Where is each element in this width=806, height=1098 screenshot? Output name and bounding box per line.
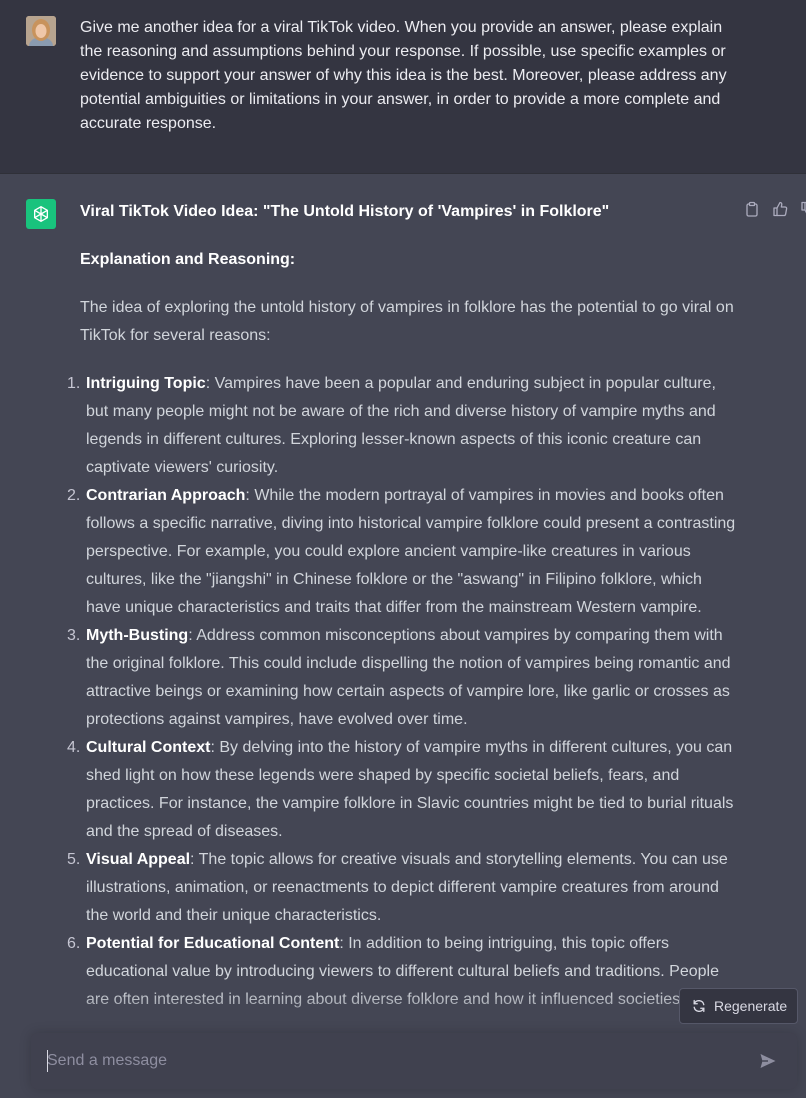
list-item: 4. Cultural Context: By delving into the … (67, 734, 736, 846)
list-item: 5. Visual Appeal: The topic allows for cr… (67, 846, 736, 930)
reasons-list: 1. Intriguing Topic: Vampires have been a… (67, 370, 736, 1014)
list-item-heading: Intriguing Topic (86, 375, 206, 392)
response-title: Viral TikTok Video Idea: "The Untold His… (80, 203, 610, 220)
list-item-heading: Cultural Context (86, 739, 211, 756)
message-actions (744, 201, 806, 217)
list-item: 6. Potential for Educational Content: In … (67, 930, 736, 1014)
assistant-message-body: Viral TikTok Video Idea: "The Untold His… (67, 198, 736, 1014)
list-item: 1. Intriguing Topic: Vampires have been a… (67, 370, 736, 482)
list-item: 2. Contrarian Approach: While the modern … (67, 482, 736, 622)
copy-icon[interactable] (744, 201, 760, 217)
intro-paragraph: The idea of exploring the untold history… (80, 299, 734, 344)
thumbs-down-icon[interactable] (800, 201, 806, 217)
list-item: 3. Myth-Busting: Address common misconcep… (67, 622, 736, 734)
list-item-heading: Myth-Busting (86, 627, 189, 644)
list-item-heading: Contrarian Approach (86, 487, 246, 504)
user-avatar-image (26, 16, 56, 46)
text-cursor (47, 1050, 48, 1072)
section-heading: Explanation and Reasoning: (80, 251, 296, 268)
thumbs-up-icon[interactable] (772, 201, 788, 217)
message-input-box[interactable] (31, 1033, 797, 1089)
send-icon[interactable] (758, 1051, 778, 1071)
user-message-text: Give me another idea for a viral TikTok … (80, 19, 727, 132)
list-item-heading: Visual Appeal (86, 851, 191, 868)
chatgpt-logo-icon (26, 199, 56, 229)
list-item-heading: Potential for Educational Content (86, 935, 340, 952)
list-number: 1. (67, 375, 81, 392)
user-message: Give me another idea for a viral TikTok … (0, 0, 806, 174)
user-avatar (26, 16, 56, 46)
assistant-message: Viral TikTok Video Idea: "The Untold His… (0, 175, 806, 1098)
regenerate-label: Regenerate (714, 998, 788, 1014)
list-number: 5. (67, 851, 81, 868)
list-number: 3. (67, 627, 81, 644)
message-input[interactable] (47, 1049, 727, 1073)
refresh-icon (693, 999, 705, 1013)
list-number: 6. (67, 935, 81, 952)
list-number: 4. (67, 739, 81, 756)
list-item-text: : While the modern portrayal of vampires… (86, 487, 736, 616)
regenerate-button[interactable]: Regenerate (679, 988, 798, 1024)
list-number: 2. (67, 487, 81, 504)
